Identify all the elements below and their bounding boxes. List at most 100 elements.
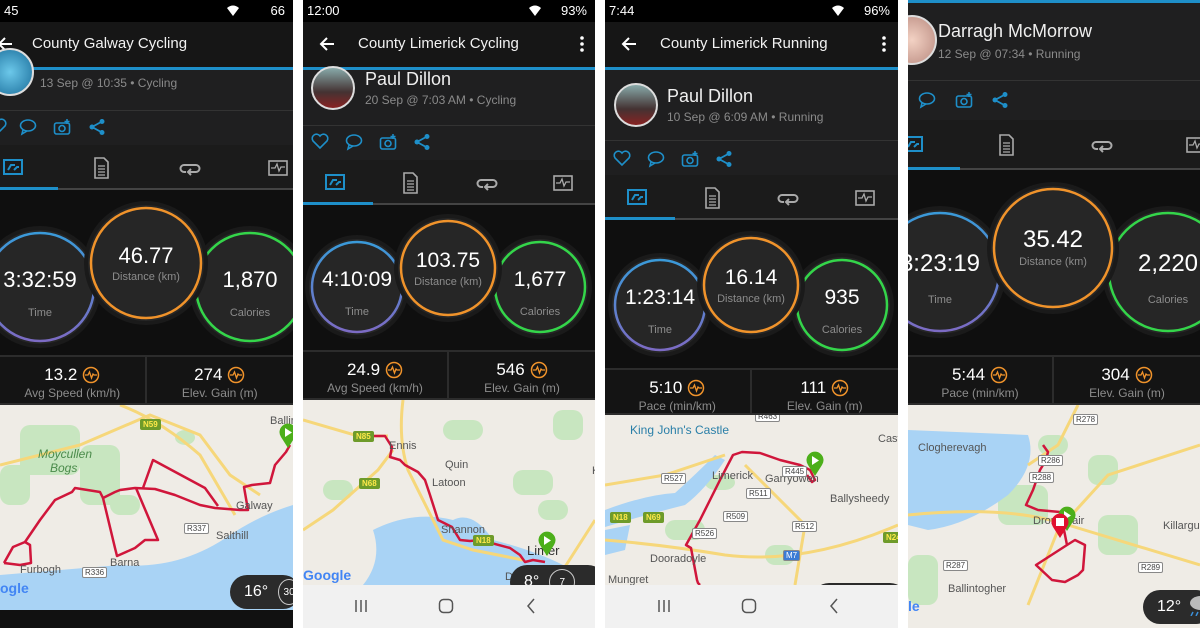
- comment-icon[interactable]: [647, 150, 665, 168]
- route-map[interactable]: EnnisQuinLatoonShannonLimerKilDoN85N68N1…: [303, 400, 595, 585]
- time-value: 4:10:09: [321, 268, 393, 292]
- tab-details-icon[interactable]: [995, 134, 1017, 156]
- park-area: [538, 500, 568, 520]
- comment-icon[interactable]: [19, 118, 37, 136]
- share-icon[interactable]: [88, 118, 106, 136]
- tab-details-icon[interactable]: [701, 186, 723, 209]
- camera-icon[interactable]: [53, 118, 71, 136]
- calories-stat-circle: 935 Calories: [794, 257, 890, 353]
- tab-laps-icon[interactable]: [476, 172, 498, 194]
- distance-label: Distance (km): [1019, 256, 1087, 268]
- avatar[interactable]: [311, 66, 355, 110]
- park-area: [513, 470, 553, 495]
- road-shield: N69: [643, 512, 664, 523]
- road-shield: R289: [1138, 562, 1164, 573]
- road-shield: N18: [610, 512, 631, 523]
- park-area: [1038, 435, 1068, 455]
- finish-pin-icon[interactable]: [1050, 513, 1070, 539]
- map-place-label: Limerick: [712, 470, 753, 482]
- route-map[interactable]: ClogherevaghDromahairKillarguBallintoghe…: [908, 405, 1200, 628]
- bottom-bar: [0, 610, 293, 628]
- back-icon[interactable]: [525, 598, 537, 614]
- distance-stat-circle: 103.75 Distance (km): [398, 218, 498, 318]
- tab-charts-icon[interactable]: [1185, 134, 1200, 156]
- activity-chart-icon[interactable]: [990, 366, 1008, 384]
- athlete-name[interactable]: Paul Dillon: [365, 69, 451, 90]
- map-place-label: Dooradoyle: [650, 553, 707, 565]
- weather-temperature: 8°: [524, 573, 540, 585]
- road-shield: N18: [473, 535, 494, 546]
- map-place-label: Salthill: [216, 530, 249, 542]
- tab-laps-icon[interactable]: [1091, 134, 1113, 156]
- activity-chart-icon[interactable]: [385, 361, 403, 379]
- map-place-label: Barna: [110, 557, 140, 569]
- weather-chip[interactable]: 12°: [1143, 590, 1200, 624]
- like-icon[interactable]: [613, 150, 631, 168]
- like-icon[interactable]: [311, 133, 329, 151]
- like-icon[interactable]: [0, 118, 7, 136]
- time-value: 1:23:14: [624, 286, 696, 310]
- stats-row: 5:44 Pace (min/km) 304 Elev. Gain (m): [908, 355, 1200, 405]
- recent-apps-icon[interactable]: [656, 599, 672, 613]
- tab-summary-icon[interactable]: [2, 157, 24, 179]
- comment-icon[interactable]: [918, 91, 936, 109]
- divider: [908, 80, 1200, 81]
- tab-charts-icon[interactable]: [552, 172, 574, 194]
- stat-label: Elev. Gain (m): [181, 386, 258, 400]
- time-stat-circle: 4:10:09 Time: [309, 239, 405, 335]
- activity-subtitle: 10 Sep @ 6:09 AM • Running: [667, 110, 824, 124]
- start-pin-icon[interactable]: [805, 451, 825, 477]
- activity-chart-icon[interactable]: [227, 366, 245, 384]
- more-options-icon[interactable]: [579, 35, 585, 53]
- route-map[interactable]: Moycullen Bogs Galway Salthill Barna Furbogh B…: [0, 405, 293, 610]
- recent-apps-icon[interactable]: [353, 599, 369, 613]
- stat-label: Pace (min/km): [638, 399, 716, 413]
- tab-charts-icon[interactable]: [267, 157, 289, 179]
- weather-chip[interactable]: 8° 7: [510, 565, 595, 585]
- avatar[interactable]: [908, 15, 937, 65]
- share-icon[interactable]: [413, 133, 431, 151]
- tab-laps-icon[interactable]: [777, 187, 799, 209]
- activity-subtitle: 20 Sep @ 7:03 AM • Cycling: [365, 93, 517, 107]
- weather-chip[interactable]: 16° 30: [230, 575, 293, 609]
- home-icon[interactable]: [438, 598, 454, 614]
- time-value: 3:23:19: [908, 250, 981, 278]
- more-options-icon[interactable]: [881, 35, 887, 53]
- avatar[interactable]: [614, 83, 658, 127]
- tab-laps-icon[interactable]: [179, 157, 201, 179]
- activity-chart-icon[interactable]: [530, 361, 548, 379]
- home-icon[interactable]: [741, 598, 757, 614]
- tab-summary-icon[interactable]: [908, 134, 924, 156]
- status-time: 7:44: [609, 3, 635, 18]
- activity-chart-icon[interactable]: [687, 379, 705, 397]
- tab-summary-icon[interactable]: [626, 187, 648, 209]
- camera-icon[interactable]: [379, 133, 397, 151]
- back-icon[interactable]: [828, 598, 840, 614]
- map-place-label: Quin: [445, 459, 469, 471]
- share-icon[interactable]: [715, 150, 733, 168]
- tab-details-icon[interactable]: [399, 171, 421, 194]
- map-place-label: Latoon: [432, 477, 466, 489]
- activity-chart-icon[interactable]: [831, 379, 849, 397]
- distance-value: 103.75: [415, 249, 481, 273]
- share-icon[interactable]: [991, 91, 1009, 109]
- athlete-name[interactable]: Darragh McMorrow: [938, 21, 1092, 42]
- tab-details-icon[interactable]: [90, 156, 112, 179]
- camera-icon[interactable]: [681, 150, 699, 168]
- start-pin-icon[interactable]: [537, 531, 557, 557]
- tab-charts-icon[interactable]: [854, 187, 876, 209]
- route-map[interactable]: King John's Castle Limerick Garryowen Bally…: [605, 415, 898, 585]
- activity-chart-icon[interactable]: [1135, 366, 1153, 384]
- toolbar-title: County Galway Cycling: [32, 35, 188, 52]
- comment-icon[interactable]: [345, 133, 363, 151]
- map-place-label: Ennis: [389, 440, 417, 452]
- toolbar: County Limerick Cycling: [303, 22, 595, 67]
- athlete-name[interactable]: Paul Dillon: [667, 86, 753, 107]
- back-arrow-icon[interactable]: [319, 35, 337, 53]
- stat-value-wrap: 13.2: [44, 365, 100, 385]
- back-arrow-icon[interactable]: [621, 35, 639, 53]
- start-pin-icon[interactable]: [278, 423, 293, 449]
- tab-summary-icon[interactable]: [324, 172, 346, 194]
- camera-icon[interactable]: [955, 91, 973, 109]
- activity-chart-icon[interactable]: [82, 366, 100, 384]
